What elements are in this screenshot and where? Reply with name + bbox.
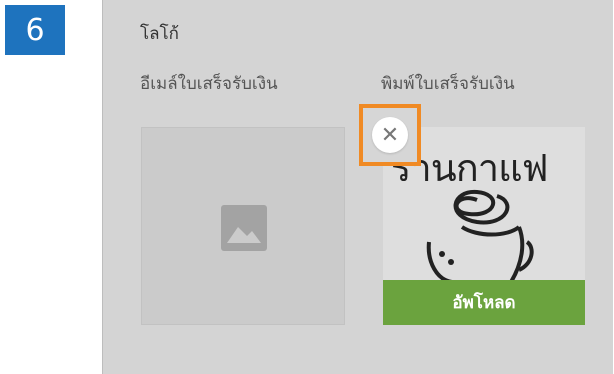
section-title: โลโก้ (140, 24, 179, 44)
image-placeholder-icon (221, 205, 267, 251)
upload-button[interactable]: อัพโหลด (383, 280, 585, 325)
coffee-cup-illustration (426, 189, 534, 282)
email-receipt-label: อีเมล์ใบเสร็จรับเงิน (140, 74, 278, 94)
remove-logo-highlight: ✕ (359, 104, 421, 166)
logo-settings-panel: โลโก้ อีเมล์ใบเสร็จรับเงิน พิมพ์ใบเสร็จร… (102, 0, 613, 374)
step-number-badge: 6 (5, 5, 65, 55)
email-logo-placeholder[interactable] (141, 127, 345, 325)
print-receipt-label: พิมพ์ใบเสร็จรับเงิน (381, 74, 515, 94)
close-icon[interactable]: ✕ (372, 117, 408, 153)
